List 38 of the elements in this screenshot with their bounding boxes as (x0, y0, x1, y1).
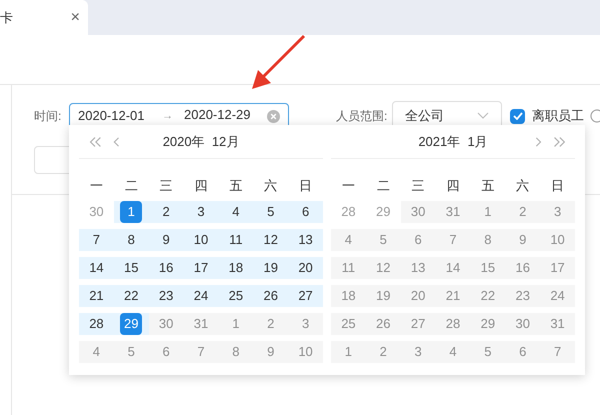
calendar-day[interactable]: 28 (337, 201, 360, 223)
weekday-label: 一 (340, 177, 356, 196)
chevron-right-icon[interactable] (533, 134, 543, 148)
weekday-label: 五 (228, 177, 244, 196)
weekday-label: 三 (410, 177, 426, 196)
scope-value: 全公司 (405, 107, 444, 126)
help-icon (590, 109, 600, 123)
calendar-day[interactable]: 1 (120, 201, 142, 223)
weekday-label: 日 (550, 177, 566, 196)
resigned-label: 离职员工 (532, 107, 584, 126)
chevron-down-icon (477, 112, 489, 120)
weekday-label: 二 (124, 177, 139, 196)
weekday-label: 日 (298, 177, 314, 196)
weekday-label: 三 (158, 177, 174, 196)
calendar-day[interactable]: 29 (120, 313, 142, 335)
weekday-label: 四 (445, 177, 460, 196)
range-separator: → (162, 108, 174, 124)
double-chevron-left-icon[interactable] (87, 134, 103, 148)
start-date: 2020-12-01 (78, 107, 146, 126)
close-button[interactable]: × (70, 10, 80, 26)
weekday-label: 五 (480, 177, 496, 196)
clear-icon[interactable] (267, 110, 280, 122)
weekday-label: 四 (193, 177, 208, 196)
month-title: 2021年 1月 (417, 132, 489, 151)
checkmark-icon (512, 112, 522, 120)
weekday-label: 六 (263, 177, 278, 196)
weekday-label: 一 (88, 177, 104, 196)
time-label: 时间: (34, 108, 62, 125)
calendar-day[interactable]: 29 (372, 201, 394, 223)
chevron-left-icon[interactable] (111, 134, 121, 148)
weekday-label: 六 (515, 177, 530, 196)
tab-label: 卡 (0, 8, 13, 27)
tab[interactable]: 卡 × (0, 0, 88, 35)
weekday-label: 二 (376, 177, 391, 196)
calendar-day[interactable]: 30 (85, 201, 108, 223)
resigned-checkbox[interactable] (510, 108, 525, 124)
scope-label: 人员范围: (336, 108, 388, 125)
month-title: 2020年 12月 (162, 132, 240, 151)
